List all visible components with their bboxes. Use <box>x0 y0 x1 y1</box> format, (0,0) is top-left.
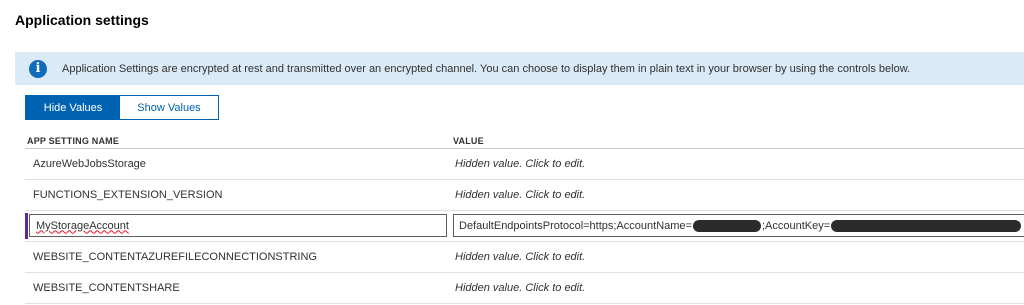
value-prefix-text: DefaultEndpointsProtocol=https;AccountNa… <box>459 219 692 232</box>
column-header-name[interactable]: APP SETTING NAME <box>27 136 119 146</box>
redacted-account-name <box>692 219 761 232</box>
setting-value[interactable]: Hidden value. Click to edit. <box>455 273 585 303</box>
setting-name-input[interactable]: MyStorageAccount <box>29 214 447 237</box>
page-title: Application settings <box>15 12 149 28</box>
setting-value-input[interactable]: DefaultEndpointsProtocol=https;AccountNa… <box>453 214 1024 237</box>
setting-name: AzureWebJobsStorage <box>33 158 146 170</box>
table-row[interactable]: WEBSITE_CONTENTSHARE Hidden value. Click… <box>25 273 1024 304</box>
setting-name: WEBSITE_CONTENTSHARE <box>33 282 180 294</box>
table-row-editing[interactable]: MyStorageAccount DefaultEndpointsProtoco… <box>25 211 1024 242</box>
hide-values-button[interactable]: Hide Values <box>26 96 120 119</box>
info-banner-text: Application Settings are encrypted at re… <box>62 62 911 75</box>
setting-value[interactable]: Hidden value. Click to edit. <box>455 149 585 179</box>
setting-name: WEBSITE_CONTENTAZUREFILECONNECTIONSTRING <box>33 251 317 263</box>
edit-indicator <box>25 213 28 239</box>
setting-name: FUNCTIONS_EXTENSION_VERSION <box>33 189 223 201</box>
setting-value[interactable]: Hidden value. Click to edit. <box>455 180 585 210</box>
setting-name-input-text: MyStorageAccount <box>36 219 129 232</box>
show-values-button[interactable]: Show Values <box>120 96 218 119</box>
redacted-account-key <box>831 219 1022 232</box>
value-visibility-toggle: Hide Values Show Values <box>25 95 219 120</box>
info-icon: i <box>29 59 47 78</box>
value-middle-text: ;AccountKey= <box>761 219 831 232</box>
table-row[interactable]: AzureWebJobsStorage Hidden value. Click … <box>25 149 1024 180</box>
table-row[interactable]: WEBSITE_CONTENTAZUREFILECONNECTIONSTRING… <box>25 242 1024 273</box>
table-row[interactable]: FUNCTIONS_EXTENSION_VERSION Hidden value… <box>25 180 1024 211</box>
setting-value[interactable]: Hidden value. Click to edit. <box>455 242 585 272</box>
column-header-value[interactable]: VALUE <box>453 136 484 146</box>
info-banner: i Application Settings are encrypted at … <box>15 52 1024 85</box>
